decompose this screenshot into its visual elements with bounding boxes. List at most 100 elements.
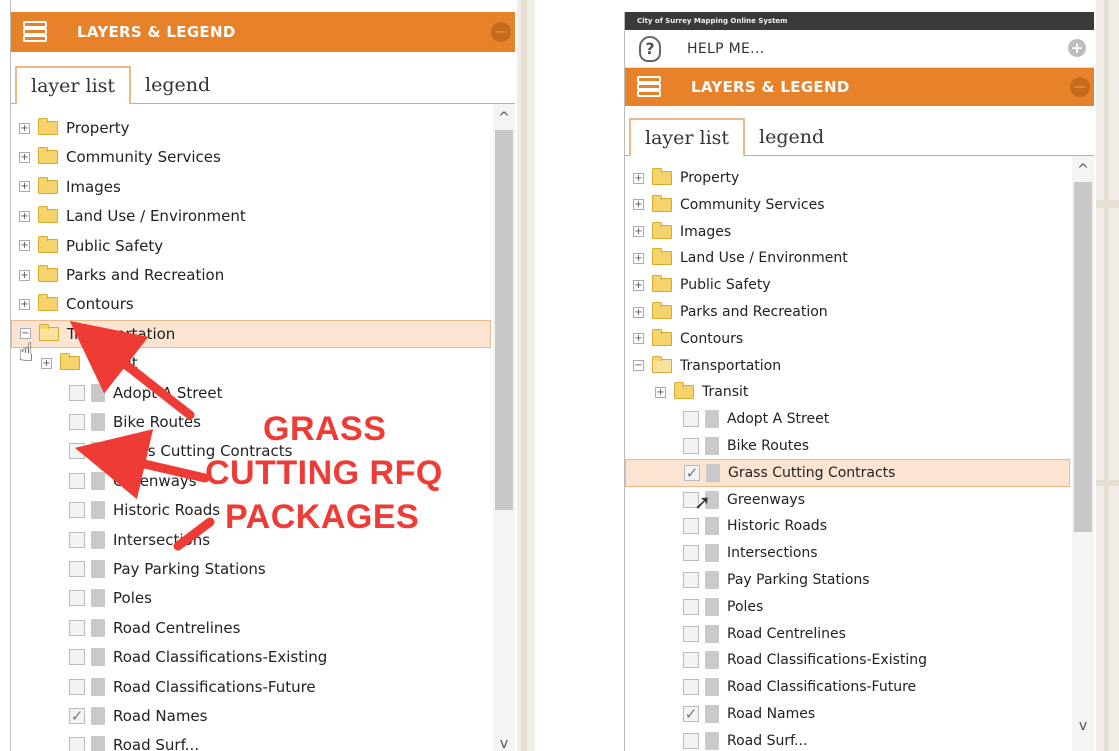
tab-legend[interactable]: legend [745,119,838,155]
tree-folder-row[interactable]: + Public Safety [625,271,771,299]
layer-checkbox[interactable]: ✓ [684,464,700,481]
tree-layer-row[interactable]: Adopt A Street [11,379,222,407]
expand-icon[interactable]: + [633,306,644,318]
layer-checkbox[interactable] [683,625,699,642]
tree-layer-row[interactable]: Road Surf... [11,731,199,751]
layer-checkbox[interactable] [683,572,699,588]
expand-icon[interactable]: + [633,252,644,264]
layer-checkbox[interactable] [69,502,85,519]
layer-checkbox[interactable] [69,649,85,666]
tree-layer-row[interactable]: Road Surf... [625,727,807,751]
tree-layer-row[interactable]: Historic Roads [625,512,827,540]
tree-layer-row[interactable]: Intersections [625,539,818,567]
layer-checkbox[interactable] [683,545,699,562]
tree-layer-row[interactable]: Road Classifications-Future [625,673,916,701]
tab-legend[interactable]: legend [131,67,224,103]
expand-icon[interactable]: + [19,210,30,222]
tree-folder-row[interactable]: + Contours [11,290,134,318]
layers-legend-header[interactable]: LAYERS & LEGEND − [625,68,1094,106]
tree-layer-row[interactable]: Greenways [11,467,197,495]
layer-checkbox[interactable] [683,438,699,454]
tree-folder-row[interactable]: + Parks and Recreation [11,261,224,289]
expand-icon[interactable]: + [633,226,644,238]
layers-legend-header[interactable]: LAYERS & LEGEND − [11,12,515,52]
tree-layer-row[interactable]: Adopt A Street [625,405,829,433]
expand-icon[interactable]: + [19,240,30,252]
tree-layer-row[interactable]: Intersections [11,526,210,554]
scrollbar-thumb[interactable] [1074,182,1092,532]
collapse-icon[interactable]: − [491,22,511,42]
tree-folder-row[interactable]: + Land Use / Environment [625,244,848,272]
tree-layer-row[interactable]: Pay Parking Stations [625,566,870,594]
tree-layer-row[interactable]: Poles [625,593,763,621]
expand-icon[interactable]: + [633,172,644,184]
tree-folder-row[interactable]: + Images [625,218,731,246]
tree-folder-row[interactable]: − Transportation [11,319,491,348]
layer-checkbox[interactable] [69,737,85,751]
scrollbar[interactable]: ^ v [493,104,515,751]
tree-folder-row[interactable]: + Contours [625,325,743,353]
layer-checkbox[interactable]: ✓ [683,706,699,722]
layer-checkbox[interactable] [69,414,85,430]
expand-icon[interactable]: + [19,122,30,134]
expand-icon[interactable]: + [633,279,644,291]
layer-checkbox[interactable] [683,411,699,428]
tree-folder-row[interactable]: + Land Use / Environment [11,202,246,230]
tree-layer-row[interactable]: Bike Routes [11,408,201,436]
layer-checkbox[interactable] [69,619,85,636]
expand-icon[interactable]: + [633,333,644,345]
tree-folder-row[interactable]: + Community Services [11,143,221,171]
tree-layer-row[interactable]: Road Classifications-Existing [11,643,327,671]
tree-layer-row[interactable]: Road Centrelines [625,620,846,648]
layer-checkbox[interactable] [69,472,85,489]
scroll-down-icon[interactable]: v [493,736,515,751]
collapse-tree-icon[interactable]: − [633,360,644,372]
tree-folder-row[interactable]: + Property [625,164,739,192]
expand-icon[interactable]: + [19,269,30,281]
tree-layer-row[interactable]: Pay Parking Stations [11,555,266,583]
expand-icon[interactable]: + [655,386,666,398]
tree-layer-row[interactable]: Poles [11,584,152,612]
tree-folder-row[interactable]: − Transportation [625,352,781,380]
tree-layer-row[interactable]: Road Classifications-Existing [625,646,927,674]
scroll-up-icon[interactable]: ^ [493,110,515,126]
collapse-icon[interactable]: − [1070,77,1090,97]
layer-checkbox[interactable] [683,679,699,696]
layer-checkbox[interactable] [683,732,699,749]
scrollbar[interactable]: ^ v [1072,156,1094,751]
layer-checkbox[interactable] [69,443,85,460]
tree-layer-row[interactable]: ✓ Grass Cutting Contracts [625,458,1070,487]
scroll-up-icon[interactable]: ^ [1072,162,1094,178]
expand-icon[interactable]: + [41,357,52,369]
tree-layer-row[interactable]: Bike Routes [625,432,809,460]
layer-checkbox[interactable] [69,561,85,577]
scroll-down-icon[interactable]: v [1072,718,1094,734]
expand-icon[interactable]: + [19,181,30,193]
tree-folder-row[interactable]: + Community Services [625,191,825,219]
layer-checkbox[interactable] [69,678,85,695]
tab-layer-list[interactable]: layer list [15,66,132,104]
layer-checkbox[interactable] [683,598,699,615]
layer-checkbox[interactable] [69,590,85,607]
expand-icon[interactable]: + [19,151,30,163]
tree-layer-row[interactable]: ✓ Road Names [11,702,207,730]
layer-checkbox[interactable] [69,531,85,548]
tree-folder-row[interactable]: + Images [11,173,121,201]
tree-folder-row[interactable]: + Public Safety [11,232,163,260]
expand-icon[interactable]: + [633,199,644,211]
layer-checkbox[interactable] [69,384,85,401]
tree-layer-row[interactable]: Historic Roads [11,496,220,524]
tree-layer-row[interactable]: ✓ Road Names [625,700,815,728]
plus-circle-icon[interactable]: + [1068,39,1086,57]
layer-checkbox[interactable] [683,518,699,535]
expand-icon[interactable]: + [19,298,30,310]
tree-layer-row[interactable]: Road Centrelines [11,614,240,642]
tree-folder-row[interactable]: + Property [11,114,129,142]
tree-folder-row[interactable]: + Parks and Recreation [625,298,828,326]
layer-checkbox[interactable] [683,652,699,669]
tree-layer-row[interactable]: Greenways [625,486,805,514]
tree-layer-row[interactable]: Road Classifications-Future [11,673,316,701]
tab-layer-list[interactable]: layer list [629,118,746,156]
help-me-row[interactable]: ? HELP ME... + [625,30,1094,68]
tree-folder-row[interactable]: + Transit [625,378,748,406]
